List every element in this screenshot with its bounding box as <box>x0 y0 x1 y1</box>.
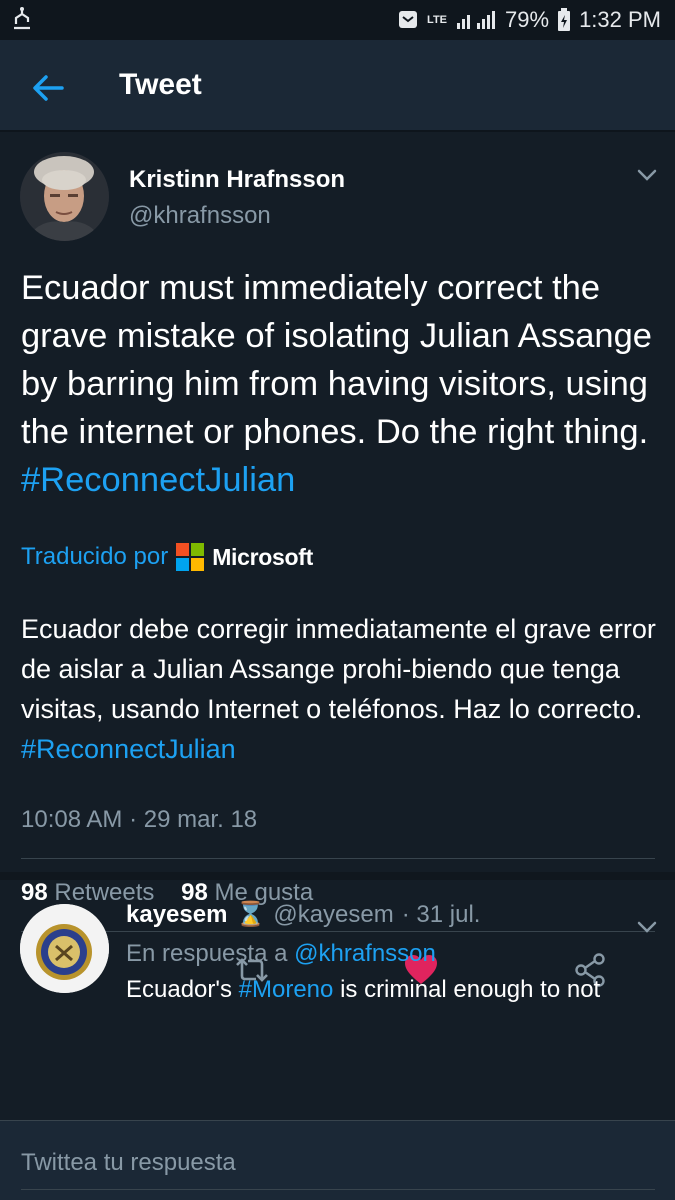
in-reply-to: En respuesta a @khrafnsson <box>126 940 436 968</box>
status-bar: LTE 79% 1:32 PM <box>0 0 675 40</box>
reply-author-handle[interactable]: @kayesem <box>273 901 393 929</box>
chevron-down-icon[interactable] <box>636 168 658 182</box>
reply-text-rest: is criminal enough to not <box>340 976 601 1003</box>
reply-hashtag-link[interactable]: #Moreno <box>239 976 334 1003</box>
author-handle[interactable]: @khrafnsson <box>129 202 271 230</box>
battery-percent: 79% <box>505 7 550 32</box>
reply-compose-bar: Twittea tu respuesta <box>0 1120 675 1200</box>
chevron-down-icon[interactable] <box>636 920 658 934</box>
author-avatar[interactable] <box>20 152 109 241</box>
reply-text: Ecuador's #Moreno is criminal enough to … <box>126 976 666 1004</box>
input-underline <box>21 1189 655 1190</box>
back-arrow-icon[interactable] <box>28 68 68 108</box>
usb-icon <box>14 7 30 30</box>
network-type: LTE <box>427 14 448 26</box>
in-reply-to-handle[interactable]: @khrafnsson <box>294 940 436 967</box>
divider <box>21 858 655 859</box>
tweet-text: Ecuador must immediately correct the gra… <box>21 264 661 504</box>
reply-date: · 31 jul. <box>401 900 481 928</box>
tweet-text-content: Ecuador must immediately correct the gra… <box>21 269 652 451</box>
translated-by-label[interactable]: Traducido por <box>21 543 168 571</box>
section-separator <box>0 872 675 880</box>
signal-icon <box>457 11 496 29</box>
translator-name: Microsoft <box>212 543 313 570</box>
reply-author-name[interactable]: kayesem <box>126 901 227 929</box>
tweet-timestamp: 10:08 AM · 29 mar. 18 <box>21 806 258 833</box>
author-name[interactable]: Kristinn Hrafnsson <box>129 166 345 194</box>
clock: 1:32 PM <box>579 7 661 32</box>
messenger-icon <box>399 11 418 28</box>
reply-input[interactable]: Twittea tu respuesta <box>21 1149 236 1177</box>
microsoft-logo-icon <box>176 543 205 571</box>
battery-icon <box>558 8 571 31</box>
reply-header: kayesem ⌛ @kayesem · 31 jul. <box>126 900 480 929</box>
hashtag-link[interactable]: #ReconnectJulian <box>21 461 295 499</box>
page-title: Tweet <box>119 68 202 101</box>
translated-text-content: Ecuador debe corregir inmediatamente el … <box>21 614 656 724</box>
app-header: Tweet <box>0 40 675 132</box>
translated-hashtag-link[interactable]: #ReconnectJulian <box>21 734 236 764</box>
translation-attribution: Traducido por Microsoft <box>21 540 313 574</box>
reply-avatar[interactable] <box>20 904 109 993</box>
status-icons: LTE 79% 1:32 PM <box>397 7 661 33</box>
reply-text-start: Ecuador's <box>126 976 232 1003</box>
in-reply-to-label: En respuesta a <box>126 940 288 967</box>
translated-text: Ecuador debe corregir inmediatamente el … <box>21 609 666 769</box>
hourglass-icon: ⌛ <box>235 901 266 928</box>
reply-tweet[interactable]: kayesem ⌛ @kayesem · 31 jul. En respuest… <box>0 880 675 1120</box>
